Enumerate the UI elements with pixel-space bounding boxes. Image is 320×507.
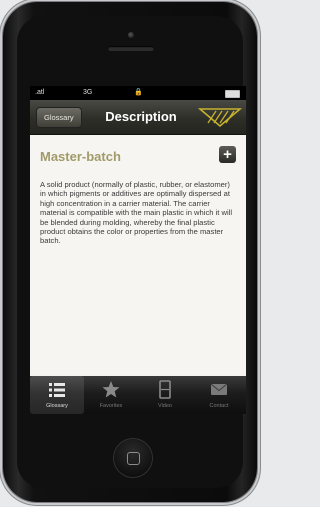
tab-label: Glossary: [46, 403, 68, 409]
term-title: Master-batch: [40, 149, 121, 164]
brand-logo-icon: [198, 108, 242, 128]
signal-indicator: .atl: [35, 89, 45, 96]
tab-favorites[interactable]: Favorites: [84, 376, 138, 414]
navigation-bar: Glossary Description: [30, 100, 246, 135]
add-favorite-button[interactable]: +: [219, 146, 236, 163]
glossary-back-button[interactable]: Glossary: [36, 107, 82, 128]
network-type: 3G: [83, 89, 93, 96]
tab-label: Favorites: [99, 403, 123, 409]
list-icon: [49, 383, 65, 397]
mail-icon: [210, 383, 228, 395]
tab-video[interactable]: Video: [138, 376, 192, 414]
earpiece-speaker: [108, 46, 154, 51]
star-icon: [102, 381, 120, 398]
battery-icon: [225, 90, 240, 98]
term-description: A solid product (normally of plastic, ru…: [40, 180, 233, 246]
front-camera: [128, 32, 134, 38]
home-button[interactable]: [114, 439, 152, 477]
lock-icon: 🔒: [134, 89, 143, 96]
status-bar: .atl 3G 🔒: [30, 86, 246, 100]
tab-label: Video: [158, 403, 172, 409]
tab-label: Contact: [209, 403, 229, 409]
app-screen: .atl 3G 🔒 Glossary Description Master-ba…: [30, 86, 246, 414]
home-square-icon: [127, 452, 140, 465]
detail-content: Master-batch + A solid product (normally…: [30, 135, 246, 375]
tab-bar: Glossary Favorites Video Contact: [30, 376, 246, 414]
tab-contact[interactable]: Contact: [192, 376, 246, 414]
film-icon: [159, 380, 171, 399]
page-title: Description: [105, 109, 177, 124]
tab-glossary[interactable]: Glossary: [30, 376, 84, 414]
